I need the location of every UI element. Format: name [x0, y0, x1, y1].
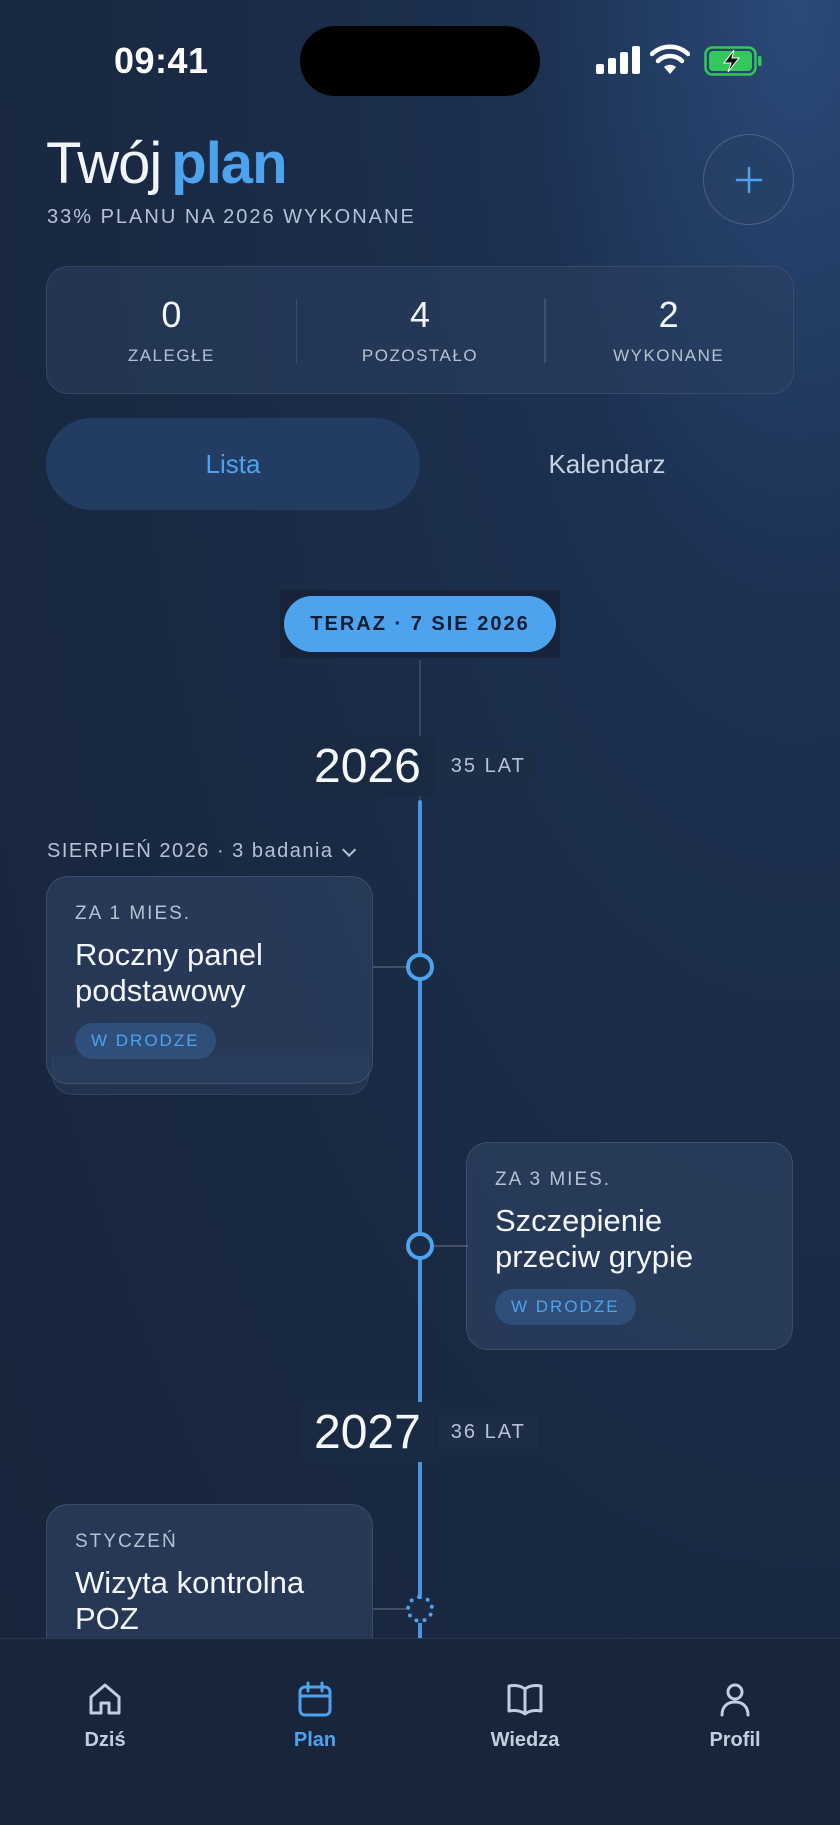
stat-value: 2 — [658, 294, 679, 335]
book-icon — [507, 1683, 543, 1716]
timeline-card[interactable]: ZA 1 MIES. Roczny panel podstawowy W DRO… — [46, 876, 373, 1084]
stat-overdue[interactable]: 0 ZALEGŁE — [47, 267, 296, 393]
card-connector — [434, 1245, 468, 1247]
wifi-icon — [650, 44, 690, 74]
tab-calendar[interactable]: Kalendarz — [420, 418, 794, 510]
card-connector — [373, 1608, 407, 1610]
now-marker: TERAZ · 7 SIE 2026 — [280, 590, 560, 658]
timeline-card[interactable]: ZA 3 MIES. Szczepienie przeciw grypie W … — [466, 1142, 793, 1350]
status-badge: W DRODZE — [495, 1289, 636, 1325]
view-switch: Lista Kalendarz — [46, 418, 794, 510]
tab-list[interactable]: Lista — [46, 418, 420, 510]
month-group-toggle[interactable]: SIERPIEŃ 2026 · 3 badania — [47, 840, 356, 863]
card-title: Wizyta kontrolna POZ — [75, 1565, 305, 1636]
tab-knowledge[interactable]: Wiedza — [420, 1639, 630, 1825]
age-label: 35 LAT — [438, 749, 538, 783]
tab-label: Profil — [709, 1729, 761, 1751]
year-label: 2026 — [300, 736, 435, 796]
stat-done[interactable]: 2 WYKONANE — [544, 267, 793, 393]
chevron-down-icon — [341, 842, 356, 857]
now-pill[interactable]: TERAZ · 7 SIE 2026 — [284, 596, 556, 652]
card-when: STYCZEŃ — [75, 1531, 178, 1552]
status-badge: W DRODZE — [75, 1023, 216, 1059]
timeline-node[interactable] — [406, 953, 434, 981]
page-title-plain: Twój — [46, 131, 162, 196]
tab-plan[interactable]: Plan — [210, 1639, 420, 1825]
tab-label: Wiedza — [490, 1729, 560, 1751]
home-icon — [89, 1683, 121, 1715]
month-group-label: SIERPIEŃ 2026 · 3 badania — [47, 840, 334, 862]
year-header-2027: 2027 36 LAT — [300, 1402, 538, 1462]
user-icon — [720, 1683, 750, 1717]
year-label: 2027 — [300, 1402, 435, 1462]
card-title: Roczny panel podstawowy — [75, 937, 263, 1008]
bottom-tab-bar: Dziś Plan Wiedza Profil — [0, 1638, 840, 1825]
card-connector — [373, 966, 407, 968]
tab-label: Dziś — [84, 1729, 126, 1751]
battery-charging-icon — [704, 46, 762, 76]
stat-value: 0 — [161, 294, 182, 335]
timeline-node-planned[interactable] — [406, 1595, 434, 1623]
calendar-icon — [298, 1681, 332, 1717]
cellular-signal-icon — [596, 46, 640, 74]
year-header-2026: 2026 35 LAT — [300, 736, 538, 796]
page-title: Twój plan — [46, 130, 288, 197]
stat-label: WYKONANE — [613, 346, 725, 365]
card-when: ZA 3 MIES. — [495, 1169, 612, 1190]
status-time: 09:41 — [114, 40, 209, 81]
card-title: Szczepienie przeciw grypie — [495, 1203, 694, 1274]
stat-remaining[interactable]: 4 POZOSTAŁO — [295, 267, 545, 393]
stat-label: POZOSTAŁO — [361, 346, 479, 365]
plus-icon — [735, 166, 762, 193]
age-label: 36 LAT — [438, 1415, 538, 1449]
tab-profile[interactable]: Profil — [630, 1639, 840, 1825]
stat-label: ZALEGŁE — [127, 346, 215, 365]
tab-label: Plan — [293, 1729, 337, 1751]
stats-summary: 0 ZALEGŁE 4 POZOSTAŁO 2 WYKONANE — [46, 266, 794, 394]
card-when: ZA 1 MIES. — [75, 903, 192, 924]
timeline-node[interactable] — [406, 1232, 434, 1260]
timeline-line — [418, 800, 422, 1640]
add-plan-item-button[interactable] — [703, 134, 794, 225]
plan-progress-subtitle: 33% PLANU NA 2026 WYKONANE — [47, 206, 416, 228]
dynamic-island — [300, 26, 540, 96]
page-title-accent: plan — [171, 131, 287, 196]
stat-value: 4 — [409, 294, 431, 335]
status-bar: 09:41 — [0, 0, 840, 120]
tab-today[interactable]: Dziś — [0, 1639, 210, 1825]
